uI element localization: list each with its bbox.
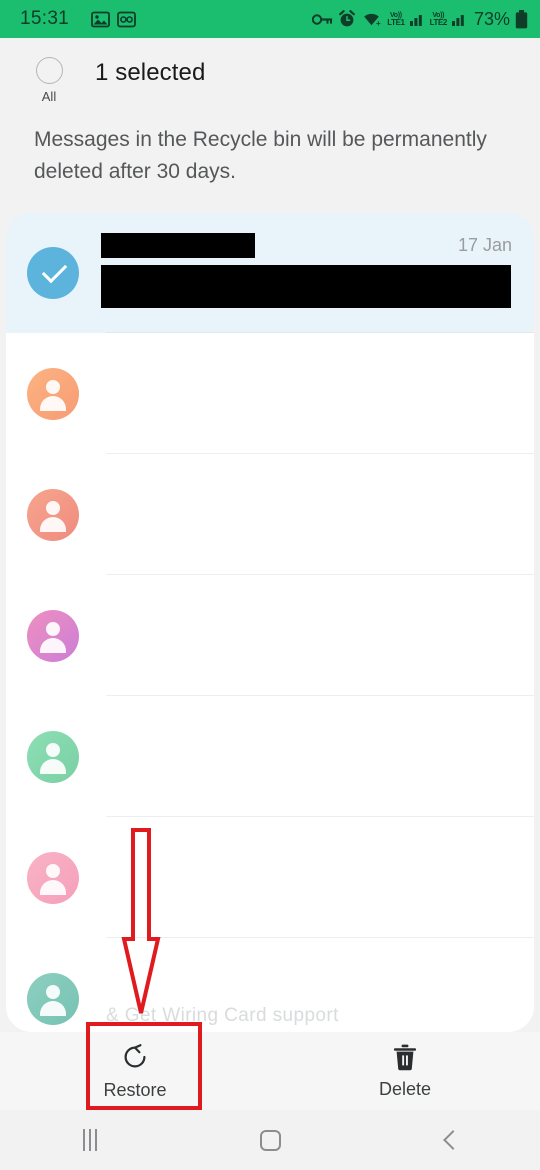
row-content[interactable]	[100, 333, 534, 454]
battery-percent-label: 73%	[473, 8, 510, 29]
select-all-checkbox[interactable]	[35, 57, 63, 84]
message-list: 17 Jan & Get Wiring Card support	[6, 212, 534, 1032]
delete-button[interactable]: Delete	[270, 1032, 540, 1110]
table-row[interactable]	[6, 817, 534, 938]
row-leading-slot[interactable]	[6, 367, 100, 420]
redacted-sender-name	[101, 233, 255, 258]
row-content[interactable]	[100, 696, 534, 817]
row-leading-slot[interactable]	[6, 609, 100, 662]
phone-screen: 15:31 + Vo)) LTE1 Vo)) LTE2 73% All 1 se…	[0, 0, 540, 1170]
select-all-button[interactable]: All	[27, 57, 71, 104]
person-icon-head	[46, 621, 60, 636]
check-icon[interactable]	[27, 246, 79, 299]
table-row[interactable]	[6, 454, 534, 575]
recycle-bin-info-text: Messages in the Recycle bin will be perm…	[34, 128, 487, 183]
restore-button[interactable]: Restore	[0, 1032, 270, 1110]
battery-icon	[515, 9, 528, 28]
key-icon	[312, 13, 333, 25]
status-right-icons: + Vo)) LTE1 Vo)) LTE2 73%	[312, 9, 528, 30]
selected-count-label: 1 selected	[95, 59, 206, 86]
selection-header: All 1 selected	[0, 38, 540, 106]
person-icon-body	[40, 758, 66, 774]
signal-bars-1-icon	[409, 15, 422, 26]
redacted-message-preview	[101, 265, 511, 308]
image-icon	[91, 11, 110, 27]
signal-bars-2-icon	[451, 15, 464, 26]
row-leading-slot[interactable]	[6, 972, 100, 1025]
status-bar: 15:31 + Vo)) LTE1 Vo)) LTE2 73%	[0, 0, 540, 38]
avatar[interactable]	[27, 851, 79, 904]
person-icon-head	[46, 984, 60, 999]
wifi-icon: +	[364, 13, 381, 27]
table-row[interactable]	[6, 696, 534, 817]
row-leading-slot[interactable]	[6, 730, 100, 783]
avatar[interactable]	[27, 730, 79, 783]
alarm-icon	[339, 10, 356, 27]
partial-message-preview: & Get Wiring Card support	[106, 1005, 339, 1026]
row-content[interactable]	[100, 817, 534, 938]
person-icon-head	[46, 500, 60, 515]
person-icon-head	[46, 863, 60, 878]
person-icon-body	[40, 1000, 66, 1016]
person-icon-body	[40, 395, 66, 411]
person-icon-head	[46, 379, 60, 394]
volte1-bottom-label: LTE1	[387, 17, 405, 27]
row-content[interactable]	[100, 454, 534, 575]
delete-label: Delete	[378, 1078, 432, 1099]
avatar[interactable]	[27, 367, 79, 420]
home-icon[interactable]	[259, 1129, 281, 1151]
person-icon-head	[46, 742, 60, 757]
table-row[interactable]: 17 Jan	[6, 212, 534, 333]
row-leading-slot[interactable]	[6, 246, 100, 299]
action-bar: Restore Delete	[0, 1032, 540, 1110]
table-row[interactable]	[6, 333, 534, 454]
avatar[interactable]	[27, 972, 79, 1025]
person-icon-body	[40, 879, 66, 895]
trash-icon	[394, 1044, 416, 1070]
row-content[interactable]	[100, 575, 534, 696]
back-chevron-icon[interactable]	[442, 1130, 463, 1150]
svg-text:+: +	[376, 19, 381, 27]
row-leading-slot[interactable]	[6, 851, 100, 904]
screen-recorder-icon	[117, 11, 136, 27]
restore-icon	[124, 1043, 146, 1067]
volte2-signal-icon: Vo)) LTE2	[429, 12, 448, 27]
avatar[interactable]	[27, 488, 79, 541]
row-content[interactable]: 17 Jan	[100, 212, 534, 333]
person-icon-body	[40, 637, 66, 653]
restore-label: Restore	[103, 1079, 167, 1100]
table-row[interactable]	[6, 575, 534, 696]
navigation-bar	[0, 1110, 540, 1170]
nav-home-button[interactable]	[180, 1129, 360, 1151]
nav-back-button[interactable]	[360, 1130, 540, 1150]
volte2-bottom-label: LTE2	[429, 17, 448, 27]
person-icon-body	[40, 516, 66, 532]
row-leading-slot[interactable]	[6, 488, 100, 541]
status-clock: 15:31	[20, 8, 70, 29]
select-all-label: All	[41, 89, 57, 104]
nav-recents-button[interactable]	[0, 1129, 180, 1151]
avatar[interactable]	[27, 609, 79, 662]
status-left-icons	[91, 11, 136, 28]
volte1-signal-icon: Vo)) LTE1	[387, 12, 405, 27]
recents-icon[interactable]	[83, 1129, 97, 1151]
message-date: 17 Jan	[457, 235, 512, 255]
